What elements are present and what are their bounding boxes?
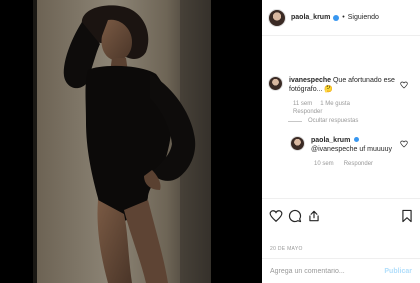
hide-replies-line [288,120,302,122]
verified-badge-icon [333,14,340,21]
post-header: paola_krum • Siguiendo [262,0,420,36]
instagram-post: paola_krum • Siguiendo ivanespeche Que a… [0,0,420,283]
comment-icon[interactable] [288,209,302,223]
reply-username[interactable]: paola_krum [311,137,350,144]
post-photo[interactable] [0,0,262,283]
like-heart-icon[interactable] [269,209,283,223]
reply-button[interactable]: Responder [293,109,322,115]
comment-body: ivanespeche Que afortunado ese fotógrafo… [289,76,397,94]
post-sidebar: paola_krum • Siguiendo ivanespeche Que a… [262,0,420,283]
bookmark-icon[interactable] [400,209,414,223]
reply-item: paola_krum @ivanespeche uf muuuuy [290,136,400,154]
comment-likes[interactable]: 1 Me gusta [320,101,350,107]
share-icon[interactable] [307,209,321,223]
post-photo-image [0,0,262,283]
post-date[interactable]: 20 DE MAYO [270,246,303,252]
author-username[interactable]: paola_krum [291,14,330,21]
hide-replies-label: Ocultar respuestas [308,118,359,124]
header-separator: • [342,14,345,21]
reply-text: @ivanespeche uf muuuuy [311,146,393,153]
comment-reply-row: Responder [293,109,322,115]
comment-emoji: 🤔 [324,86,334,93]
add-comment-bar: Publicar [262,258,420,283]
following-button[interactable]: Siguiendo [348,14,379,21]
comment-like-heart-icon[interactable] [400,81,408,89]
hide-replies-toggle[interactable]: Ocultar respuestas [288,118,358,124]
add-comment-input[interactable] [270,267,385,275]
post-actions [262,198,420,238]
commenter-username[interactable]: ivanespeche [289,77,331,84]
reply-body: paola_krum @ivanespeche uf muuuuy [311,136,397,154]
reply-meta: 10 sem Responder [314,161,373,167]
reply-like-heart-icon[interactable] [400,140,408,148]
reply-author-avatar[interactable] [290,136,305,151]
comment-item: ivanespeche Que afortunado ese fotógrafo… [268,76,400,94]
publish-button[interactable]: Publicar [384,268,412,275]
comment-time[interactable]: 11 sem [293,101,312,107]
comments-list: ivanespeche Que afortunado ese fotógrafo… [262,36,420,198]
author-avatar[interactable] [268,8,286,27]
reply-time[interactable]: 10 sem [314,161,334,167]
comment-meta: 11 sem 1 Me gusta [293,101,350,107]
reply-reply-button[interactable]: Responder [344,161,373,167]
reply-verified-badge-icon [354,137,360,142]
commenter-avatar[interactable] [268,76,283,91]
